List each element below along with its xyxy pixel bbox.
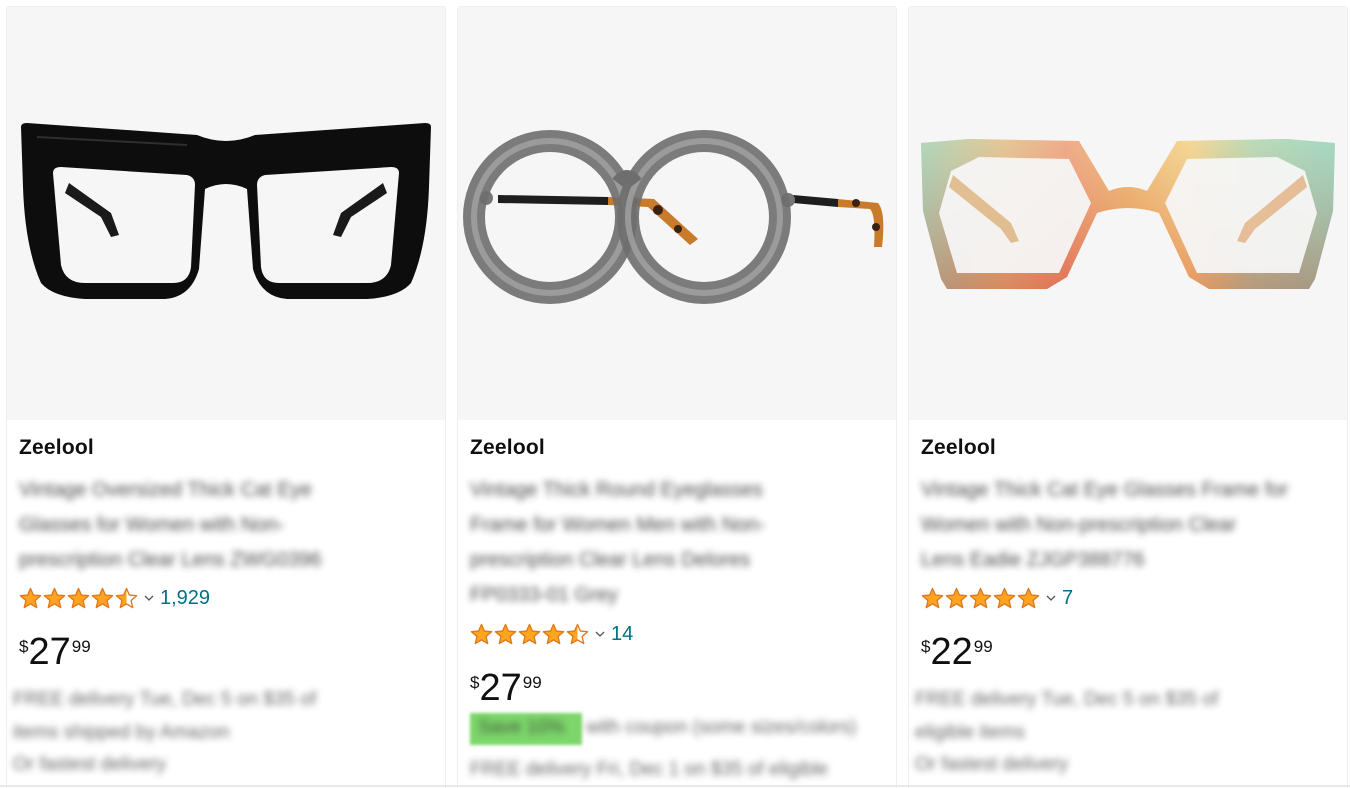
star-icon (542, 623, 565, 644)
price-fraction: 99 (522, 673, 542, 692)
star-icon (115, 587, 138, 608)
chevron-down-icon[interactable] (144, 593, 154, 603)
title-line: Lens Eadie ZJGP388776 (921, 549, 1145, 571)
rating-count-link[interactable]: 7 (1062, 587, 1073, 610)
price[interactable]: $ 27 99 (470, 667, 542, 709)
chevron-down-icon[interactable] (595, 629, 605, 639)
price-fraction: 99 (973, 637, 993, 656)
title-line: Glasses for Women with Non- (19, 514, 285, 536)
star-icon (19, 587, 42, 608)
delivery-text: FREE delivery Fri, Dec 1 on $35 of eligi… (470, 759, 828, 780)
star-rating[interactable] (19, 587, 138, 610)
star-icon (518, 623, 541, 644)
star-icon (67, 587, 90, 608)
star-icon (91, 587, 114, 608)
chevron-down-icon[interactable] (1046, 593, 1056, 603)
price[interactable]: $ 27 99 (19, 631, 91, 673)
grey-round-glasses-image (463, 130, 884, 304)
product-title[interactable]: Vintage Thick Round Eyeglasses Frame for… (470, 473, 865, 613)
coupon-text: Save 10% (478, 717, 565, 738)
star-icon (993, 587, 1016, 608)
title-line: Vintage Oversized Thick Cat Eye (19, 479, 312, 501)
star-rating[interactable] (470, 623, 589, 646)
price-whole: 22 (930, 631, 973, 673)
title-line: Frame for Women Men with Non- (470, 514, 766, 536)
delivery-text: Or fastest delivery (915, 754, 1069, 775)
price-whole: 27 (28, 631, 71, 673)
product-image[interactable] (7, 7, 445, 420)
brand-name: Zeelool (921, 436, 996, 459)
star-icon (43, 587, 66, 608)
title-line: Vintage Thick Cat Eye Glasses Frame for (921, 479, 1289, 501)
title-line: Women with Non-prescription Clear (921, 514, 1237, 536)
star-icon (470, 623, 493, 644)
search-results-grid: Zeelool Vintage Oversized Thick Cat Eye … (0, 0, 1350, 788)
delivery-text: FREE delivery Tue, Dec 5 on $35 of (915, 689, 1219, 710)
price-symbol: $ (470, 673, 480, 692)
title-line: prescription Clear Lens Delores (470, 549, 751, 571)
product-card[interactable]: Zeelool Vintage Oversized Thick Cat Eye … (6, 6, 446, 788)
product-card[interactable]: Zeelool Vintage Thick Round Eyeglasses F… (457, 6, 897, 788)
rating-row[interactable]: 7 (921, 585, 1073, 611)
rating-row[interactable]: 1,929 (19, 585, 210, 611)
price[interactable]: $ 22 99 (921, 631, 993, 673)
product-image[interactable] (458, 7, 896, 420)
title-line: Vintage Thick Round Eyeglasses (470, 479, 763, 501)
star-icon (566, 623, 589, 644)
star-icon (1017, 587, 1040, 608)
black-cat-eye-glasses-image (21, 123, 431, 299)
price-whole: 27 (479, 667, 522, 709)
star-icon (494, 623, 517, 644)
price-symbol: $ (921, 637, 931, 656)
coupon-detail: with coupon (some sizes/colors) (586, 717, 857, 738)
delivery-text: items shipped by Amazon (13, 722, 230, 743)
rating-count-link[interactable]: 14 (611, 623, 633, 646)
price-fraction: 99 (71, 637, 91, 656)
product-image[interactable] (909, 7, 1347, 420)
product-card[interactable]: Zeelool Vintage Thick Cat Eye Glasses Fr… (908, 6, 1348, 788)
rating-count-link[interactable]: 1,929 (160, 587, 210, 610)
price-symbol: $ (19, 637, 29, 656)
brand-name: Zeelool (19, 436, 94, 459)
title-line: prescription Clear Lens ZWG0396 (19, 549, 322, 571)
multicolor-geometric-glasses-image (921, 139, 1335, 289)
brand-name: Zeelool (470, 436, 545, 459)
product-title[interactable]: Vintage Thick Cat Eye Glasses Frame for … (921, 473, 1316, 578)
star-icon (921, 587, 944, 608)
rating-row[interactable]: 14 (470, 621, 633, 647)
delivery-text: FREE delivery Tue, Dec 5 on $35 of (13, 689, 317, 710)
delivery-text: eligible items (915, 722, 1025, 743)
product-title[interactable]: Vintage Oversized Thick Cat Eye Glasses … (19, 473, 414, 578)
title-line: FP0333-01 Grey (470, 584, 618, 606)
star-icon (969, 587, 992, 608)
star-rating[interactable] (921, 587, 1040, 610)
star-icon (945, 587, 968, 608)
delivery-text: Or fastest delivery (13, 754, 167, 775)
